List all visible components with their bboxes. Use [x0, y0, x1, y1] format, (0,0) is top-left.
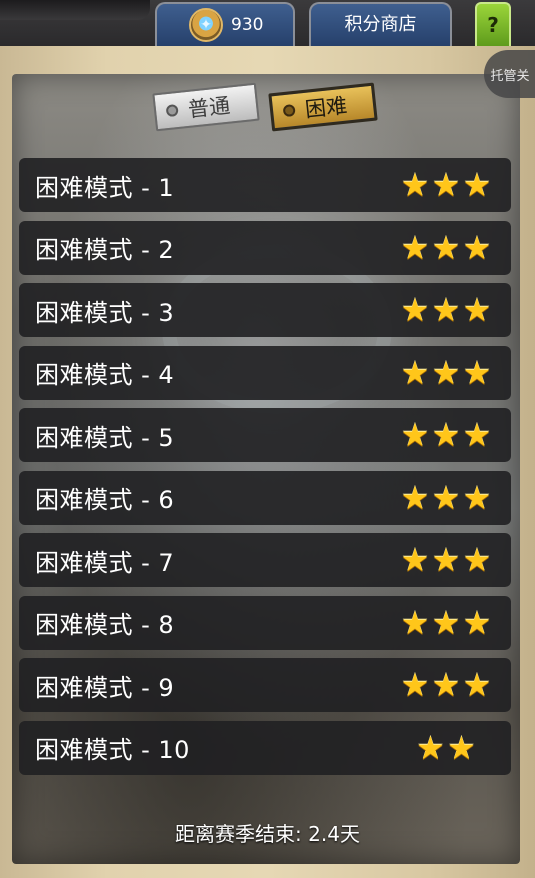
level-row[interactable]: 困难模式 - 6 ★ ★ ★: [19, 470, 511, 525]
tab-hole-icon: [165, 103, 179, 118]
star-icon: ★: [431, 291, 461, 329]
star-icon: ★: [400, 416, 430, 454]
top-bar: ✦ 930 积分商店 ?: [0, 0, 535, 46]
star-icon: ★: [462, 166, 492, 204]
level-label: 困难模式 - 3: [35, 298, 175, 327]
star-rating: ★ ★ ★: [399, 541, 493, 579]
star-icon: ★: [462, 603, 492, 642]
star-icon: ★: [431, 228, 461, 267]
star-icon: ★: [462, 228, 492, 267]
tab-normal-label: 普通: [186, 93, 232, 122]
gem-icon: ✦: [189, 8, 223, 42]
level-label: 困难模式 - 8: [35, 611, 175, 639]
star-icon: ★: [431, 166, 461, 204]
level-label: 困难模式 - 7: [35, 548, 175, 577]
level-label: 困难模式 - 5: [35, 423, 175, 452]
star-icon: ★: [462, 666, 492, 704]
currency-value: 930: [231, 15, 264, 35]
star-icon: ★: [431, 666, 461, 704]
star-icon: ★: [447, 728, 476, 767]
star-icon: ★: [431, 353, 461, 392]
star-icon: ★: [400, 353, 430, 392]
tab-hole-icon: [282, 103, 296, 118]
star-icon: ★: [431, 478, 461, 517]
star-rating: ★ ★ ★: [399, 228, 493, 267]
points-shop-button[interactable]: 积分商店: [309, 2, 452, 46]
star-icon: ★: [462, 291, 492, 329]
star-rating: ★ ★ ★: [399, 666, 493, 704]
level-label: 困难模式 - 6: [35, 486, 175, 514]
star-icon: ★: [416, 728, 445, 767]
star-icon: ★: [462, 541, 492, 579]
tab-hard-label: 困难: [303, 93, 349, 122]
season-countdown: 距离赛季结束: 2.4天: [175, 822, 360, 846]
star-icon: ★: [400, 666, 430, 704]
top-bar-decor: [0, 0, 150, 20]
currency-display[interactable]: ✦ 930: [155, 2, 295, 46]
star-rating: ★ ★ ★: [399, 291, 493, 329]
star-rating: ★ ★ ★: [399, 416, 493, 454]
level-label: 困难模式 - 4: [35, 361, 175, 389]
star-icon: ★: [400, 541, 430, 579]
level-row[interactable]: 困难模式 - 3 ★ ★ ★: [19, 283, 511, 337]
star-icon: ★: [431, 541, 461, 579]
star-icon: ★: [431, 603, 461, 642]
level-row[interactable]: 困难模式 - 10 ★ ★: [19, 720, 511, 775]
level-row[interactable]: 困难模式 - 2 ★ ★ ★: [19, 220, 511, 275]
level-label: 困难模式 - 9: [35, 673, 175, 702]
star-icon: ★: [431, 416, 461, 454]
level-label: 困难模式 - 10: [35, 736, 190, 764]
star-icon: ★: [400, 291, 430, 329]
level-row[interactable]: 困难模式 - 8 ★ ★ ★: [19, 595, 511, 650]
star-rating: ★ ★ ★: [399, 478, 493, 517]
star-rating: ★ ★ ★: [399, 353, 493, 392]
star-icon: ★: [400, 228, 430, 267]
level-row[interactable]: 困难模式 - 5 ★ ★ ★: [19, 408, 511, 462]
level-label: 困难模式 - 2: [35, 236, 175, 264]
help-button[interactable]: ?: [475, 2, 511, 46]
star-icon: ★: [462, 478, 492, 517]
level-label: 困难模式 - 1: [35, 173, 175, 202]
star-rating: ★ ★ ★: [399, 166, 493, 204]
star-icon: ★: [400, 166, 430, 204]
level-row[interactable]: 困难模式 - 7 ★ ★ ★: [19, 533, 511, 587]
star-rating: ★ ★: [399, 728, 493, 767]
level-row[interactable]: 困难模式 - 4 ★ ★ ★: [19, 345, 511, 400]
star-icon: ★: [400, 478, 430, 517]
star-icon: ★: [462, 416, 492, 454]
star-rating: ★ ★ ★: [399, 603, 493, 642]
star-icon: ★: [400, 603, 430, 642]
level-row[interactable]: 困难模式 - 1 ★ ★ ★: [19, 158, 511, 212]
star-icon: ★: [462, 353, 492, 392]
level-row[interactable]: 困难模式 - 9 ★ ★ ★: [19, 658, 511, 712]
auto-battle-button[interactable]: 托管关: [484, 50, 535, 98]
